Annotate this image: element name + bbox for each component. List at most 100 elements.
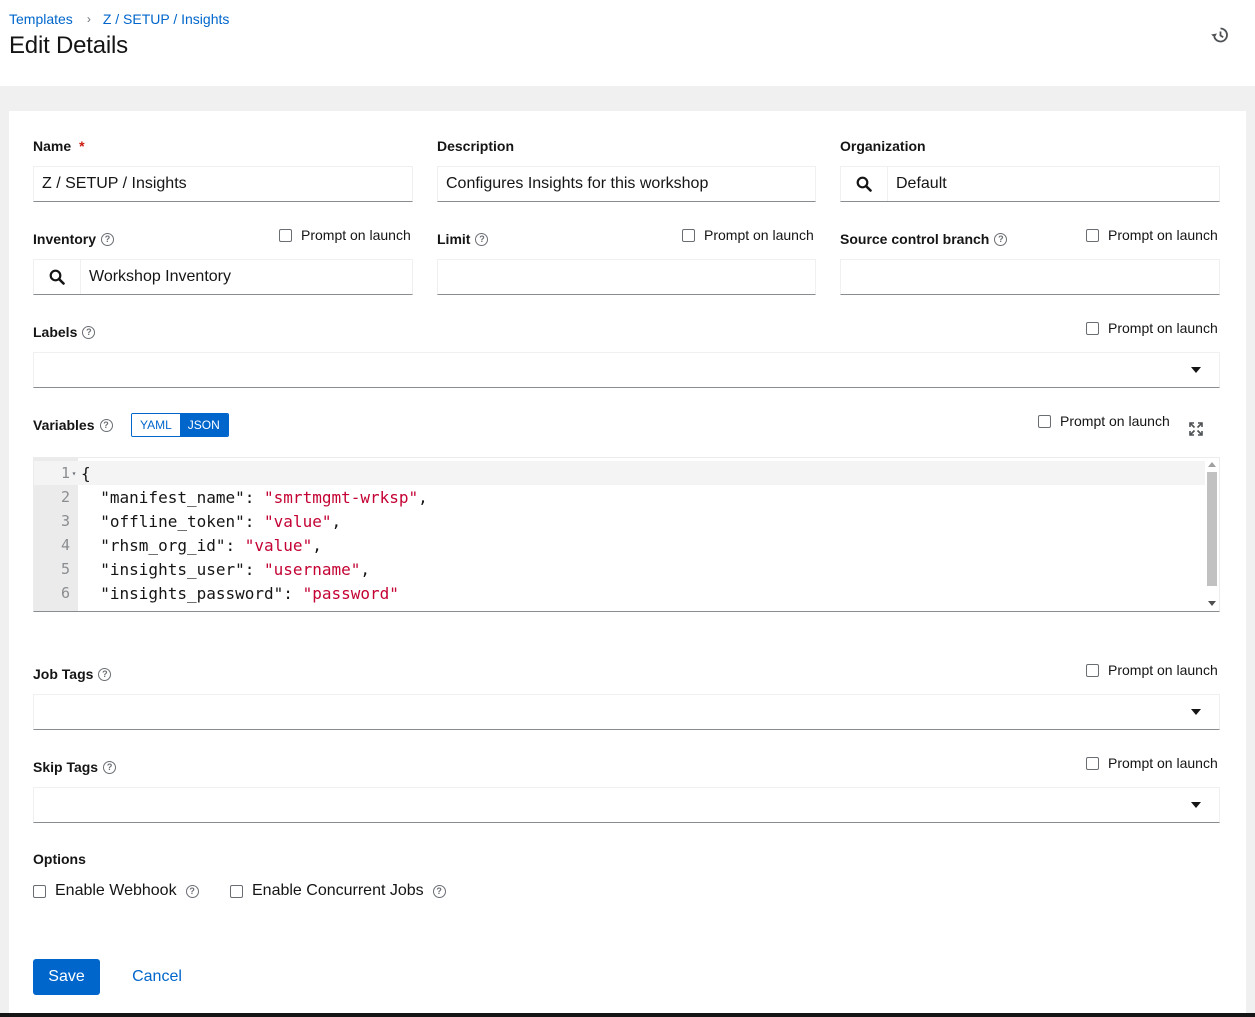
line-number: 6 [60, 584, 70, 602]
variables-prompt-checkbox[interactable]: Prompt on launch [1038, 413, 1170, 429]
checkbox-box[interactable] [1038, 414, 1051, 428]
json-mode-button[interactable]: JSON [179, 414, 228, 436]
help-icon[interactable]: ? [98, 667, 112, 681]
editor-scroll-thumb[interactable] [1207, 472, 1217, 586]
labels-label-text: Labels [33, 324, 78, 340]
name-label-text: Name [33, 138, 72, 154]
caret-down-icon[interactable] [1191, 802, 1201, 808]
checkbox-box[interactable] [230, 884, 243, 898]
enable-concurrent-jobs-label: Enable Concurrent Jobs [252, 882, 424, 899]
inventory-prompt-checkbox[interactable]: Prompt on launch [279, 227, 411, 243]
labels-select[interactable] [33, 352, 1220, 388]
checkbox-box[interactable] [1086, 228, 1099, 242]
prompt-label: Prompt on launch [1108, 320, 1218, 336]
help-icon[interactable]: ? [82, 325, 96, 339]
organization-search-button[interactable] [841, 167, 888, 201]
code-line: 2 "manifest_name": "smrtmgmt-wrksp", [34, 485, 1206, 509]
labels-prompt-checkbox[interactable]: Prompt on launch [1086, 320, 1218, 336]
page-header: Templates › Z / SETUP / Insights Edit De… [0, 0, 1255, 86]
scm-branch-input[interactable] [840, 259, 1220, 295]
prompt-label: Prompt on launch [1060, 413, 1170, 429]
description-label-text: Description [437, 138, 515, 154]
inventory-label: Inventory ? [33, 231, 115, 247]
yaml-mode-button[interactable]: YAML [132, 414, 180, 436]
line-number: 1 [60, 464, 70, 482]
code-line: 6 "insights_password": "password" [34, 581, 1206, 605]
job-tags-select[interactable] [33, 694, 1220, 730]
caret-down-icon[interactable] [1191, 709, 1201, 715]
line-number: 2 [60, 488, 70, 506]
code-key: "insights_user": [81, 559, 265, 579]
save-button[interactable]: Save [33, 959, 100, 995]
breadcrumb-separator: › [86, 12, 91, 26]
limit-prompt-checkbox[interactable]: Prompt on launch [682, 227, 814, 243]
code-line: 4 "rhsm_org_id": "value", [34, 533, 1206, 557]
breadcrumb-templates-link[interactable]: Templates [9, 11, 73, 27]
page-title: Edit Details [9, 32, 128, 59]
description-input-value: Configures Insights for this workshop [446, 175, 709, 192]
code-key: "offline_token": [81, 511, 265, 531]
code-key: "insights_password": [81, 583, 303, 603]
code-text: { [81, 463, 91, 483]
inventory-search-button[interactable] [34, 260, 81, 294]
bottom-edge-bar [0, 1013, 1255, 1017]
code-line: 5 "insights_user": "username", [34, 557, 1206, 581]
inventory-lookup[interactable]: Workshop Inventory [33, 259, 413, 295]
expand-icon [1189, 422, 1203, 436]
code-key: "manifest_name": [81, 487, 265, 507]
skip-tags-label-text: Skip Tags [33, 759, 99, 775]
checkbox-box[interactable] [33, 884, 46, 898]
enable-concurrent-jobs-checkbox[interactable]: Enable Concurrent Jobs ? [230, 882, 446, 900]
history-button[interactable] [1210, 25, 1230, 45]
variables-code-editor[interactable]: 1 ▾ { 2 "manifest_name": "smrtmgmt-wrksp… [33, 457, 1220, 612]
scroll-up-arrow[interactable] [1208, 462, 1216, 467]
checkbox-box[interactable] [279, 228, 292, 242]
help-icon[interactable]: ? [432, 884, 446, 898]
organization-label: Organization [840, 138, 926, 154]
job-tags-prompt-checkbox[interactable]: Prompt on launch [1086, 662, 1218, 678]
help-icon[interactable]: ? [103, 760, 117, 774]
help-icon[interactable]: ? [185, 884, 199, 898]
name-input[interactable]: Z / SETUP / Insights [33, 166, 413, 202]
scm-branch-prompt-checkbox[interactable]: Prompt on launch [1086, 227, 1218, 243]
limit-label-text: Limit [437, 231, 471, 247]
checkbox-box[interactable] [1086, 756, 1099, 770]
options-label-text: Options [33, 851, 86, 867]
inventory-label-text: Inventory [33, 231, 97, 247]
enable-webhook-checkbox[interactable]: Enable Webhook ? [33, 882, 199, 900]
caret-down-icon[interactable] [1191, 367, 1201, 373]
required-mark: * [79, 138, 85, 154]
scm-branch-label: Source control branch ? [840, 231, 1008, 247]
fold-icon[interactable]: ▾ [70, 469, 78, 478]
checkbox-box[interactable] [1086, 321, 1099, 335]
code-line: 1 ▾ { [34, 461, 1206, 485]
editor-scrollbar[interactable] [1205, 458, 1219, 611]
prompt-label: Prompt on launch [301, 227, 411, 243]
code-string: "username" [264, 559, 361, 579]
prompt-label: Prompt on launch [704, 227, 814, 243]
help-icon[interactable]: ? [99, 418, 113, 432]
prompt-label: Prompt on launch [1108, 227, 1218, 243]
cancel-button[interactable]: Cancel [117, 959, 197, 995]
description-input[interactable]: Configures Insights for this workshop [437, 166, 816, 202]
expand-editor-button[interactable] [1188, 421, 1204, 437]
help-icon[interactable]: ? [994, 232, 1008, 246]
organization-value: Default [896, 175, 947, 192]
prompt-label: Prompt on launch [1108, 662, 1218, 678]
skip-tags-select[interactable] [33, 787, 1220, 823]
checkbox-box[interactable] [682, 228, 695, 242]
organization-lookup[interactable]: Default [840, 166, 1220, 202]
help-icon[interactable]: ? [101, 232, 115, 246]
variables-label-text: Variables [33, 417, 95, 433]
skip-tags-prompt-checkbox[interactable]: Prompt on launch [1086, 755, 1218, 771]
search-icon [49, 269, 65, 285]
checkbox-box[interactable] [1086, 663, 1099, 677]
scroll-down-arrow[interactable] [1208, 601, 1216, 606]
breadcrumb: Templates › Z / SETUP / Insights [9, 11, 229, 27]
organization-label-text: Organization [840, 138, 926, 154]
breadcrumb-template-link[interactable]: Z / SETUP / Insights [103, 11, 230, 27]
help-icon[interactable]: ? [475, 232, 489, 246]
line-number: 4 [60, 536, 70, 554]
code-string: "password" [302, 583, 399, 603]
limit-input[interactable] [437, 259, 816, 295]
